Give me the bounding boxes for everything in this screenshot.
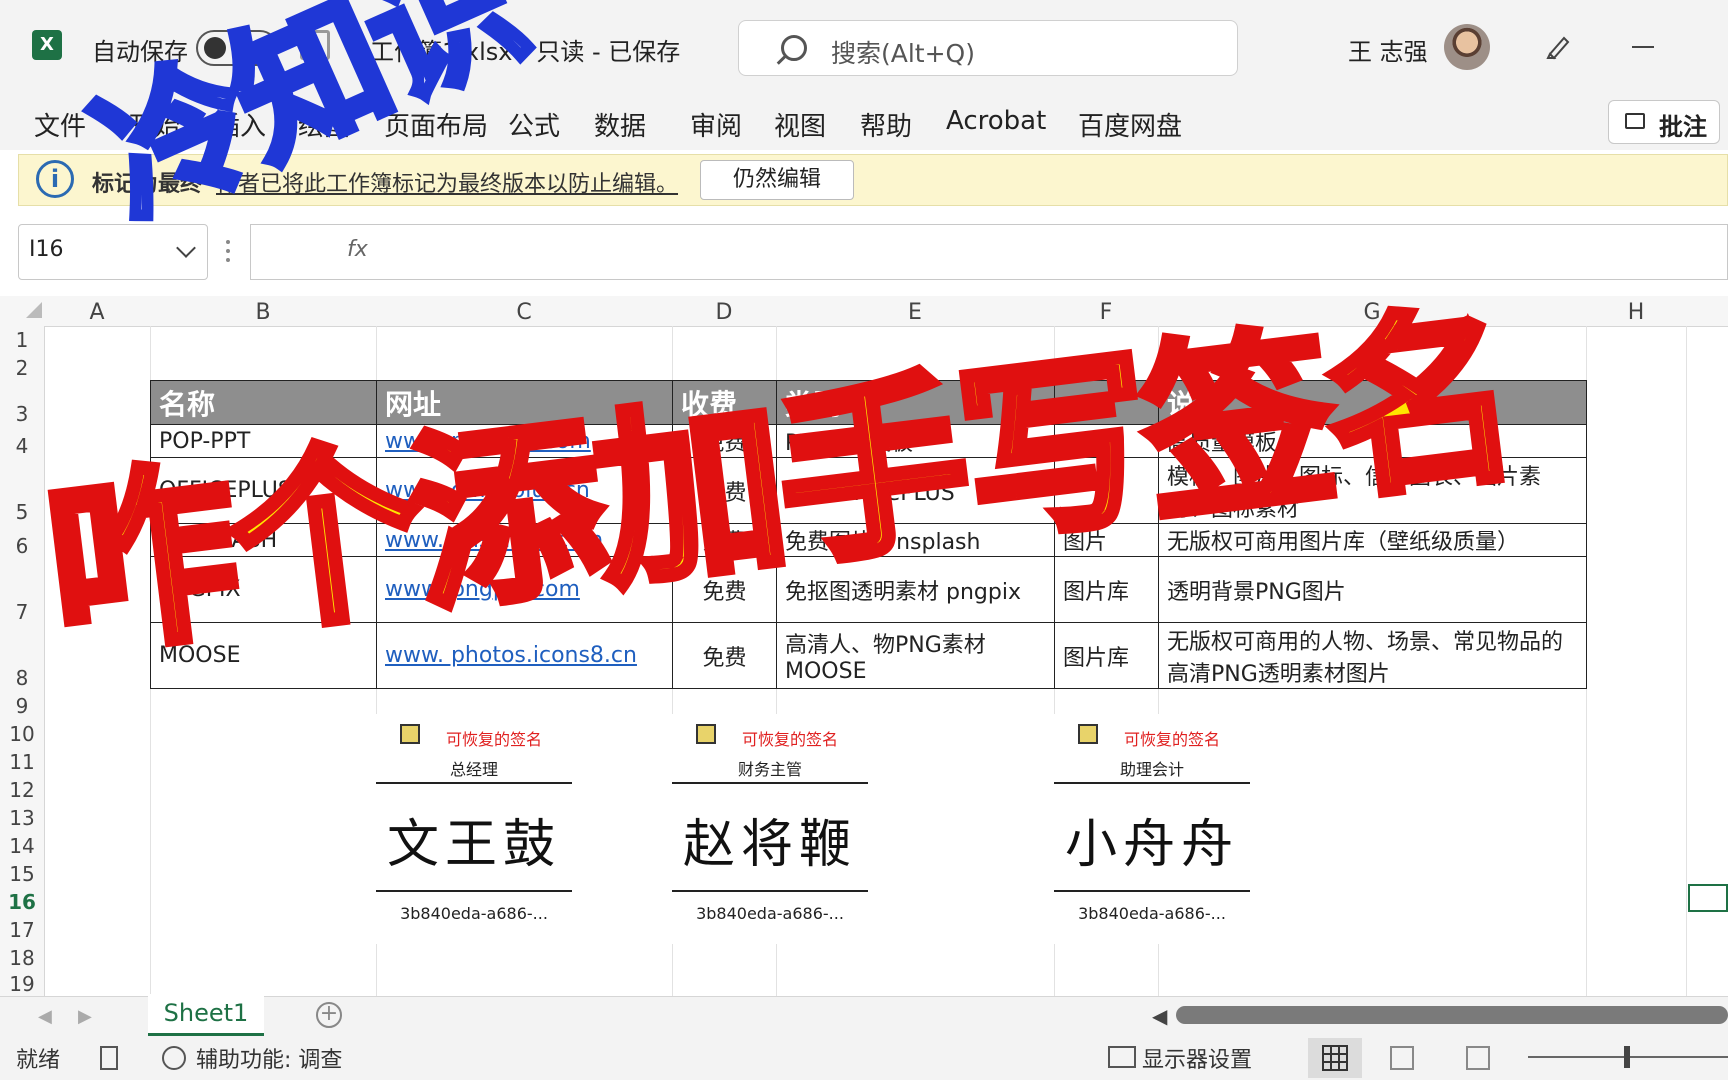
tab-review[interactable]: 审阅 xyxy=(690,106,742,143)
col-header-d[interactable]: D xyxy=(672,300,776,326)
cell-reference: I16 xyxy=(29,237,64,262)
excel-logo-icon: X xyxy=(32,30,62,60)
row-header[interactable]: 11 xyxy=(0,750,44,774)
tab-baidu-netdisk[interactable]: 百度网盘 xyxy=(1078,106,1182,143)
horizontal-scrollbar[interactable] xyxy=(1176,1006,1728,1024)
signature-line-finance[interactable]: 可恢复的签名 财务主管 赵将鞭 3b840eda-a686-... xyxy=(672,714,868,944)
row-header[interactable]: 1 xyxy=(0,328,44,352)
accessibility-status[interactable]: 辅助功能: 调查 xyxy=(196,1042,342,1074)
row-header[interactable]: 9 xyxy=(0,694,44,718)
page-break-view-icon[interactable] xyxy=(1466,1046,1490,1070)
signature-status: 可恢复的签名 xyxy=(1124,730,1221,749)
comment-icon xyxy=(1625,113,1645,129)
macro-icon[interactable] xyxy=(100,1046,118,1070)
select-all-icon[interactable] xyxy=(26,302,42,318)
divider xyxy=(376,782,572,784)
grid-line xyxy=(1686,326,1687,996)
minimize-icon[interactable] xyxy=(1632,46,1654,48)
row-header[interactable]: 2 xyxy=(0,356,44,380)
fx-label: fx xyxy=(347,237,368,262)
comments-button[interactable]: 批注 xyxy=(1608,100,1720,144)
signer-role: 总经理 xyxy=(449,760,498,779)
cell[interactable]: 高清人、物PNG素材 MOOSE xyxy=(776,622,1055,689)
row-header[interactable]: 8 xyxy=(0,666,44,690)
signer-role: 财务主管 xyxy=(737,760,802,779)
tab-help[interactable]: 帮助 xyxy=(860,106,912,143)
handwritten-signature: 赵将鞭 xyxy=(682,815,857,875)
tab-acrobat[interactable]: Acrobat xyxy=(946,106,1046,136)
row-header[interactable]: 18 xyxy=(0,946,44,970)
handwritten-signature: 小舟舟 xyxy=(1064,815,1239,875)
info-icon: i xyxy=(36,160,74,198)
signature-status: 可恢复的签名 xyxy=(446,730,543,749)
signature-id: 3b840eda-a686-... xyxy=(1078,904,1226,923)
row-header[interactable]: 5 xyxy=(0,500,44,524)
row-header[interactable]: 14 xyxy=(0,834,44,858)
search-placeholder: 搜索(Alt+Q) xyxy=(831,39,975,68)
search-input[interactable]: 搜索(Alt+Q) xyxy=(738,20,1238,76)
row-header[interactable]: 10 xyxy=(0,722,44,746)
row-header[interactable]: 13 xyxy=(0,806,44,830)
user-name[interactable]: 王 志强 xyxy=(1348,32,1428,67)
zoom-slider-thumb[interactable] xyxy=(1624,1046,1630,1068)
row-header-active[interactable]: 16 xyxy=(0,890,44,914)
signature-icon xyxy=(400,724,420,744)
signature-id: 3b840eda-a686-... xyxy=(696,904,844,923)
col-header-b[interactable]: B xyxy=(150,300,376,326)
page-layout-view-icon[interactable] xyxy=(1390,1046,1414,1070)
col-header-a[interactable]: A xyxy=(44,300,150,326)
row-header[interactable]: 15 xyxy=(0,862,44,886)
edit-anyway-button[interactable]: 仍然编辑 xyxy=(700,160,854,200)
avatar[interactable] xyxy=(1444,24,1490,70)
cell[interactable]: 图片库 xyxy=(1054,622,1159,689)
display-settings-icon[interactable] xyxy=(1108,1046,1136,1068)
tab-formulas[interactable]: 公式 xyxy=(508,106,560,143)
add-sheet-icon[interactable]: + xyxy=(316,1002,342,1028)
signer-role: 助理会计 xyxy=(1119,760,1184,779)
handwritten-signature: 文王鼓 xyxy=(386,815,561,875)
signature-line-ceo[interactable]: 可恢复的签名 总经理 文王鼓 3b840eda-a686-... xyxy=(376,714,572,944)
accessibility-icon[interactable] xyxy=(162,1046,186,1070)
cell[interactable]: 免费 xyxy=(672,622,777,689)
divider xyxy=(1054,890,1250,892)
signature-icon xyxy=(696,724,716,744)
display-settings[interactable]: 显示器设置 xyxy=(1142,1042,1252,1074)
divider xyxy=(1054,782,1250,784)
scroll-left-icon[interactable]: ◀ xyxy=(1152,1004,1167,1028)
row-header[interactable]: 7 xyxy=(0,600,44,624)
tab-view[interactable]: 视图 xyxy=(774,106,826,143)
sheet-tab-sheet1[interactable]: Sheet1 xyxy=(148,994,264,1036)
active-cell[interactable] xyxy=(1688,884,1728,912)
signature-icon xyxy=(1078,724,1098,744)
col-header-h[interactable]: H xyxy=(1586,300,1686,326)
more-icon[interactable] xyxy=(226,240,234,262)
cell[interactable]: 无版权可商用的人物、场景、常见物品的高清PNG透明素材图片 xyxy=(1158,622,1587,689)
row-header[interactable]: 17 xyxy=(0,918,44,942)
tab-data[interactable]: 数据 xyxy=(594,106,646,143)
pen-icon[interactable] xyxy=(1544,30,1574,60)
tab-file[interactable]: 文件 xyxy=(34,106,86,143)
signature-id: 3b840eda-a686-... xyxy=(400,904,548,923)
search-icon xyxy=(781,35,807,61)
row-header[interactable]: 12 xyxy=(0,778,44,802)
signature-status: 可恢复的签名 xyxy=(742,730,839,749)
row-header[interactable]: 6 xyxy=(0,534,44,558)
status-ready: 就绪 xyxy=(16,1048,61,1073)
formula-input[interactable]: fx xyxy=(250,224,1728,280)
cell[interactable]: 透明背景PNG图片 xyxy=(1158,556,1587,623)
row-header[interactable]: 19 xyxy=(0,972,44,996)
divider xyxy=(672,890,868,892)
divider xyxy=(672,782,868,784)
comments-label: 批注 xyxy=(1659,113,1707,141)
divider xyxy=(376,890,572,892)
next-sheet-icon[interactable]: ▶ xyxy=(78,1006,92,1027)
col-header-c[interactable]: C xyxy=(376,300,672,326)
normal-view-button[interactable] xyxy=(1308,1038,1362,1078)
signature-line-accountant[interactable]: 可恢复的签名 助理会计 小舟舟 3b840eda-a686-... xyxy=(1054,714,1250,944)
prev-sheet-icon[interactable]: ◀ xyxy=(38,1006,52,1027)
